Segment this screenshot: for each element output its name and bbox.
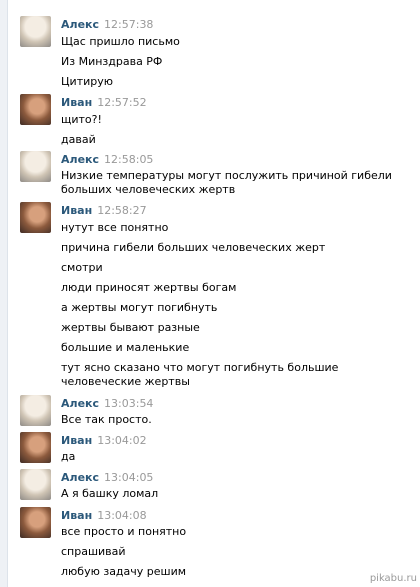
message-header: Алекс 13:03:54 bbox=[61, 395, 406, 412]
message-text: тут ясно сказано что могут погибнуть бол… bbox=[61, 361, 339, 388]
message-text: все просто и понятно bbox=[61, 525, 187, 538]
timestamp: 13:04:05 bbox=[104, 471, 154, 484]
message-text: Все так просто. bbox=[61, 413, 152, 426]
avatar[interactable] bbox=[20, 469, 51, 500]
timestamp: 12:58:05 bbox=[104, 153, 154, 166]
message-header: Иван 12:57:52 bbox=[61, 94, 406, 111]
timestamp: 13:04:02 bbox=[97, 434, 147, 447]
avatar[interactable] bbox=[20, 507, 51, 538]
author-name[interactable]: Иван bbox=[61, 434, 92, 447]
message-text: жертвы бывают разные bbox=[61, 321, 200, 334]
message-header: Иван 13:04:08 bbox=[61, 507, 406, 524]
author-name[interactable]: Иван bbox=[61, 96, 92, 109]
chat-log: Алекс 12:57:38 Щас пришло письмо Из Минзд… bbox=[0, 0, 420, 587]
message-header: Алекс 12:58:05 bbox=[61, 151, 406, 168]
avatar[interactable] bbox=[20, 94, 51, 125]
watermark: pikabu.ru bbox=[369, 573, 417, 584]
avatar[interactable] bbox=[20, 395, 51, 426]
message-text: нутут все понятно bbox=[61, 221, 169, 234]
message-text: Цитирую bbox=[61, 75, 113, 88]
message-text: любую задачу решим bbox=[61, 565, 187, 578]
avatar[interactable] bbox=[20, 202, 51, 233]
message-header: Алекс 12:57:38 bbox=[61, 16, 406, 33]
message-text: смотри bbox=[61, 261, 103, 274]
message-text: люди приносят жертвы богам bbox=[61, 281, 237, 294]
author-name[interactable]: Алекс bbox=[61, 153, 99, 166]
message-header: Иван 12:58:27 bbox=[61, 202, 406, 219]
message-text: давай bbox=[61, 133, 96, 146]
message-text: спрашивай bbox=[61, 545, 126, 558]
message-header: Алекс 13:04:05 bbox=[61, 469, 406, 486]
author-name[interactable]: Алекс bbox=[61, 397, 99, 410]
timestamp: 13:04:08 bbox=[97, 509, 147, 522]
avatar[interactable] bbox=[20, 432, 51, 463]
message-text: большие и маленькие bbox=[61, 341, 190, 354]
author-name[interactable]: Алекс bbox=[61, 471, 99, 484]
avatar[interactable] bbox=[20, 16, 51, 47]
avatar[interactable] bbox=[20, 151, 51, 182]
message-text: Низкие температуры могут послужить причи… bbox=[61, 169, 392, 196]
message-text: причина гибели больших человеческих жерт bbox=[61, 241, 326, 254]
message-text: а жертвы могут погибнуть bbox=[61, 301, 218, 314]
message-text: да bbox=[61, 450, 76, 463]
timestamp: 12:57:52 bbox=[97, 96, 147, 109]
message-text: щито?! bbox=[61, 113, 102, 126]
timestamp: 12:57:38 bbox=[104, 18, 154, 31]
message-text: Из Минздрава РФ bbox=[61, 55, 163, 68]
message-header: Иван 13:04:02 bbox=[61, 432, 406, 449]
author-name[interactable]: Иван bbox=[61, 204, 92, 217]
author-name[interactable]: Алекс bbox=[61, 18, 99, 31]
message-text: А я башку ломал bbox=[61, 487, 159, 500]
author-name[interactable]: Иван bbox=[61, 509, 92, 522]
timestamp: 13:03:54 bbox=[104, 397, 154, 410]
timestamp: 12:58:27 bbox=[97, 204, 147, 217]
message-text: Щас пришло письмо bbox=[61, 35, 180, 48]
